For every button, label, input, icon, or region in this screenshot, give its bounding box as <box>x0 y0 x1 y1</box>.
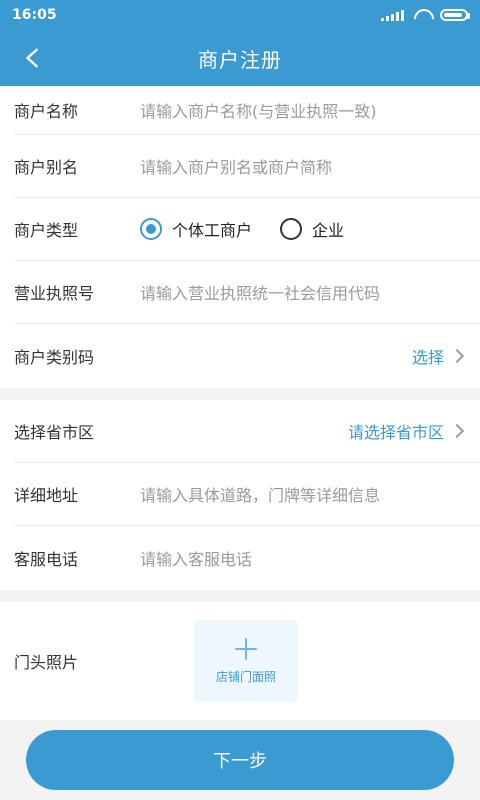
service-phone-input[interactable]: 请输入客服电话 <box>140 546 252 570</box>
region-select[interactable]: 请选择省市区 <box>347 419 465 443</box>
merchant-category-row[interactable]: 商户类别码 选择 <box>14 324 480 387</box>
wifi-icon <box>414 9 430 21</box>
business-license-label: 营业执照号 <box>14 284 95 303</box>
merchant-name-row: 商户名称 请输入商户名称(与营业执照一致) <box>14 86 480 135</box>
merchant-alias-row: 商户别名 请输入商户别名或商户简称 <box>14 135 480 198</box>
nav-header: 商户注册 <box>0 30 480 86</box>
storefront-photo-upload[interactable]: 店铺门面照 <box>194 620 298 702</box>
footer: 下一步 <box>0 720 480 800</box>
top-bar: 16:05 商户注册 <box>0 0 480 86</box>
page-title: 商户注册 <box>198 47 282 72</box>
app-screen: 16:05 商户注册 商户名称 请输入商户名称(与营业执照一致) 商户别名 请输… <box>0 0 480 800</box>
status-bar: 16:05 <box>0 0 480 30</box>
service-phone-row: 客服电话 请输入客服电话 <box>14 526 480 589</box>
merchant-category-value: 选择 <box>411 347 444 367</box>
merchant-category-select[interactable]: 选择 <box>411 344 465 368</box>
chevron-left-icon <box>26 48 38 68</box>
region-value: 请选择省市区 <box>347 423 444 442</box>
merchant-info-section: 商户名称 请输入商户名称(与营业执照一致) 商户别名 请输入商户别名或商户简称 … <box>0 86 480 388</box>
address-row: 详细地址 请输入具体道路，门牌等详细信息 <box>14 463 480 526</box>
storefront-photo-row: 门头照片 店铺门面照 <box>14 602 480 720</box>
next-button[interactable]: 下一步 <box>26 730 454 790</box>
storefront-photo-label: 门头照片 <box>14 653 79 672</box>
radio-individual-label: 个体工商户 <box>172 221 253 240</box>
merchant-alias-label: 商户别名 <box>14 158 79 177</box>
radio-enterprise-label: 企业 <box>312 221 345 240</box>
merchant-type-label: 商户类型 <box>14 221 79 240</box>
merchant-type-radios: 个体工商户 企业 <box>140 217 344 241</box>
upload-text: 店铺门面照 <box>215 669 276 684</box>
merchant-name-label: 商户名称 <box>14 102 79 121</box>
back-button[interactable] <box>18 43 48 73</box>
radio-selected-icon <box>140 218 162 240</box>
address-label: 详细地址 <box>14 486 79 505</box>
address-section: 选择省市区 请选择省市区 详细地址 请输入具体道路，门牌等详细信息 客服电话 请… <box>0 400 480 590</box>
status-time: 16:05 <box>12 7 57 23</box>
merchant-category-label: 商户类别码 <box>14 347 95 367</box>
battery-icon <box>440 9 470 21</box>
business-license-input[interactable]: 请输入营业执照统一社会信用代码 <box>140 280 380 304</box>
radio-individual[interactable]: 个体工商户 <box>140 217 252 241</box>
photo-section: 门头照片 店铺门面照 <box>0 602 480 720</box>
plus-icon <box>235 637 257 660</box>
chevron-right-icon <box>449 423 465 439</box>
radio-unselected-icon <box>280 218 303 240</box>
business-license-row: 营业执照号 请输入营业执照统一社会信用代码 <box>14 261 480 324</box>
merchant-alias-input[interactable]: 请输入商户别名或商户简称 <box>140 154 332 178</box>
merchant-type-row: 商户类型 个体工商户 企业 <box>14 198 480 261</box>
address-input[interactable]: 请输入具体道路，门牌等详细信息 <box>140 482 380 506</box>
radio-enterprise[interactable]: 企业 <box>280 217 344 241</box>
status-icons <box>381 9 470 21</box>
region-label: 选择省市区 <box>14 423 95 442</box>
region-row[interactable]: 选择省市区 请选择省市区 <box>14 400 480 463</box>
signal-icon <box>381 9 404 21</box>
merchant-name-input[interactable]: 请输入商户名称(与营业执照一致) <box>140 98 377 122</box>
service-phone-label: 客服电话 <box>14 549 79 569</box>
chevron-right-icon <box>449 348 465 363</box>
